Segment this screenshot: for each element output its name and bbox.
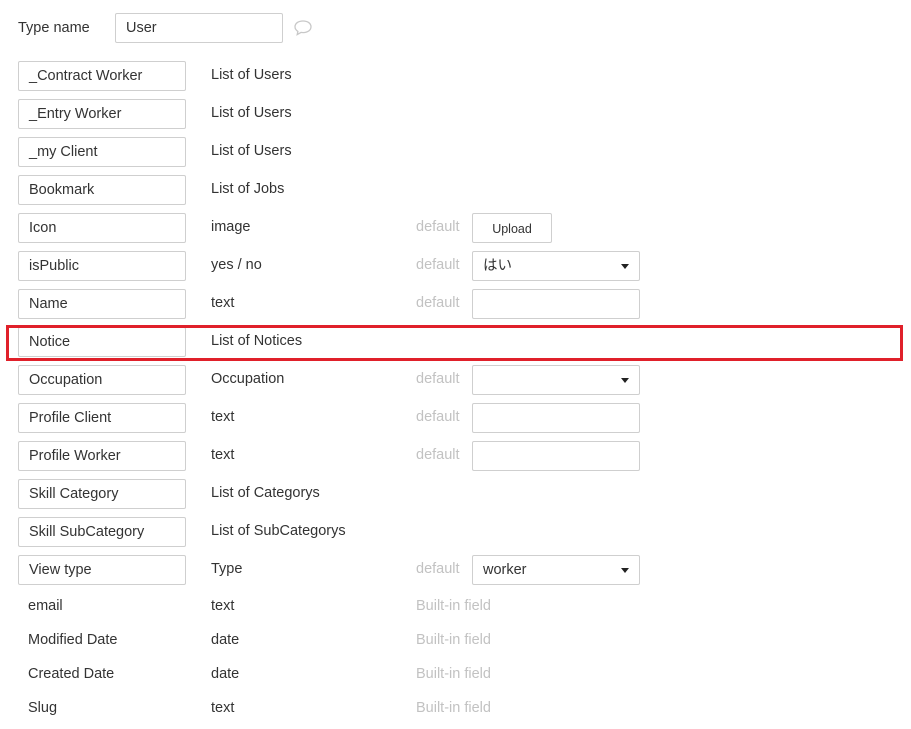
builtin-field-row: email text Built-in field bbox=[18, 593, 898, 619]
field-type-label: image bbox=[211, 219, 251, 235]
dropdown-selected-value: worker bbox=[483, 562, 527, 578]
builtin-field-row: Slug text Built-in field bbox=[18, 695, 898, 721]
field-row: Profile Client text default bbox=[18, 403, 898, 433]
default-label: default bbox=[416, 295, 460, 311]
default-value-dropdown[interactable] bbox=[472, 365, 640, 395]
builtin-field-row: Created Date date Built-in field bbox=[18, 661, 898, 687]
field-row: Icon image default Upload bbox=[18, 213, 898, 243]
field-row: _Contract Worker List of Users bbox=[18, 61, 898, 91]
field-type-label: yes / no bbox=[211, 257, 262, 273]
field-name-box[interactable]: Name bbox=[18, 289, 186, 319]
field-type-label: date bbox=[211, 632, 240, 648]
field-row: isPublic yes / no default はい bbox=[18, 251, 898, 281]
default-label: default bbox=[416, 561, 460, 577]
field-type-label: List of Categorys bbox=[211, 485, 320, 501]
field-name-box[interactable]: Skill Category bbox=[18, 479, 186, 509]
field-type-label: List of Notices bbox=[211, 333, 303, 349]
default-value-dropdown[interactable]: はい bbox=[472, 251, 640, 281]
field-list: _Contract Worker List of Users _Entry Work… bbox=[18, 61, 898, 729]
field-row: Bookmark List of Jobs bbox=[18, 175, 898, 205]
builtin-field-label: Built-in field bbox=[416, 700, 491, 716]
builtin-field-name: Modified Date bbox=[18, 627, 186, 653]
field-name-box[interactable]: Occupation bbox=[18, 365, 186, 395]
upload-button[interactable]: Upload bbox=[472, 213, 552, 243]
field-name-box[interactable]: View type bbox=[18, 555, 186, 585]
field-name-box[interactable]: _my Client bbox=[18, 137, 186, 167]
field-name-box[interactable]: _Entry Worker bbox=[18, 99, 186, 129]
default-value-input[interactable] bbox=[472, 441, 640, 471]
field-name-box[interactable]: Profile Client bbox=[18, 403, 186, 433]
default-value-input[interactable] bbox=[472, 403, 640, 433]
default-control bbox=[472, 289, 640, 319]
field-type-label: List of SubCategorys bbox=[211, 523, 346, 539]
default-label: default bbox=[416, 219, 460, 235]
field-row: Occupation Occupation default bbox=[18, 365, 898, 395]
field-name-box[interactable]: Icon bbox=[18, 213, 186, 243]
field-type-label: List of Users bbox=[211, 105, 292, 121]
type-name-input[interactable] bbox=[115, 13, 283, 43]
builtin-field-label: Built-in field bbox=[416, 632, 491, 648]
field-row: Skill Category List of Categorys bbox=[18, 479, 898, 509]
field-row: Name text default bbox=[18, 289, 898, 319]
field-row: Profile Worker text default bbox=[18, 441, 898, 471]
default-label: default bbox=[416, 447, 460, 463]
field-name-box[interactable]: Notice bbox=[18, 327, 186, 357]
speech-bubble-icon[interactable] bbox=[293, 19, 313, 37]
field-type-label: text bbox=[211, 700, 235, 716]
field-type-label: List of Users bbox=[211, 143, 292, 159]
default-control: Upload bbox=[472, 213, 552, 243]
field-name-box[interactable]: Bookmark bbox=[18, 175, 186, 205]
field-row: _Entry Worker List of Users bbox=[18, 99, 898, 129]
field-name-box[interactable]: _Contract Worker bbox=[18, 61, 186, 91]
field-name-box[interactable]: Skill SubCategory bbox=[18, 517, 186, 547]
caret-down-icon bbox=[621, 264, 629, 269]
default-control bbox=[472, 441, 640, 471]
field-row: _my Client List of Users bbox=[18, 137, 898, 167]
builtin-field-row: Modified Date date Built-in field bbox=[18, 627, 898, 653]
field-type-label: date bbox=[211, 666, 240, 682]
field-name-box[interactable]: Profile Worker bbox=[18, 441, 186, 471]
field-type-label: text bbox=[211, 409, 235, 425]
default-value-input[interactable] bbox=[472, 289, 640, 319]
default-value-dropdown[interactable]: worker bbox=[472, 555, 640, 585]
field-type-label: Type bbox=[211, 561, 243, 577]
field-row: Skill SubCategory List of SubCategorys bbox=[18, 517, 898, 547]
builtin-field-label: Built-in field bbox=[416, 666, 491, 682]
default-label: default bbox=[416, 371, 460, 387]
field-row: Notice List of Notices bbox=[18, 327, 898, 357]
field-type-label: text bbox=[211, 598, 235, 614]
default-control bbox=[472, 403, 640, 433]
default-label: default bbox=[416, 409, 460, 425]
builtin-field-name: email bbox=[18, 593, 186, 619]
default-control: はい bbox=[472, 251, 640, 281]
default-control bbox=[472, 365, 640, 395]
field-type-label: text bbox=[211, 447, 235, 463]
type-name-label: Type name bbox=[18, 20, 90, 36]
field-row: View type Type default worker bbox=[18, 555, 898, 585]
builtin-field-name: Slug bbox=[18, 695, 186, 721]
field-type-label: Occupation bbox=[211, 371, 285, 387]
type-name-header: Type name bbox=[18, 13, 313, 43]
field-type-label: List of Jobs bbox=[211, 181, 285, 197]
default-label: default bbox=[416, 257, 460, 273]
field-type-label: text bbox=[211, 295, 235, 311]
caret-down-icon bbox=[621, 568, 629, 573]
builtin-field-name: Created Date bbox=[18, 661, 186, 687]
dropdown-selected-value: はい bbox=[483, 258, 512, 274]
default-control: worker bbox=[472, 555, 640, 585]
field-name-box[interactable]: isPublic bbox=[18, 251, 186, 281]
field-type-label: List of Users bbox=[211, 67, 292, 83]
builtin-field-label: Built-in field bbox=[416, 598, 491, 614]
caret-down-icon bbox=[621, 378, 629, 383]
